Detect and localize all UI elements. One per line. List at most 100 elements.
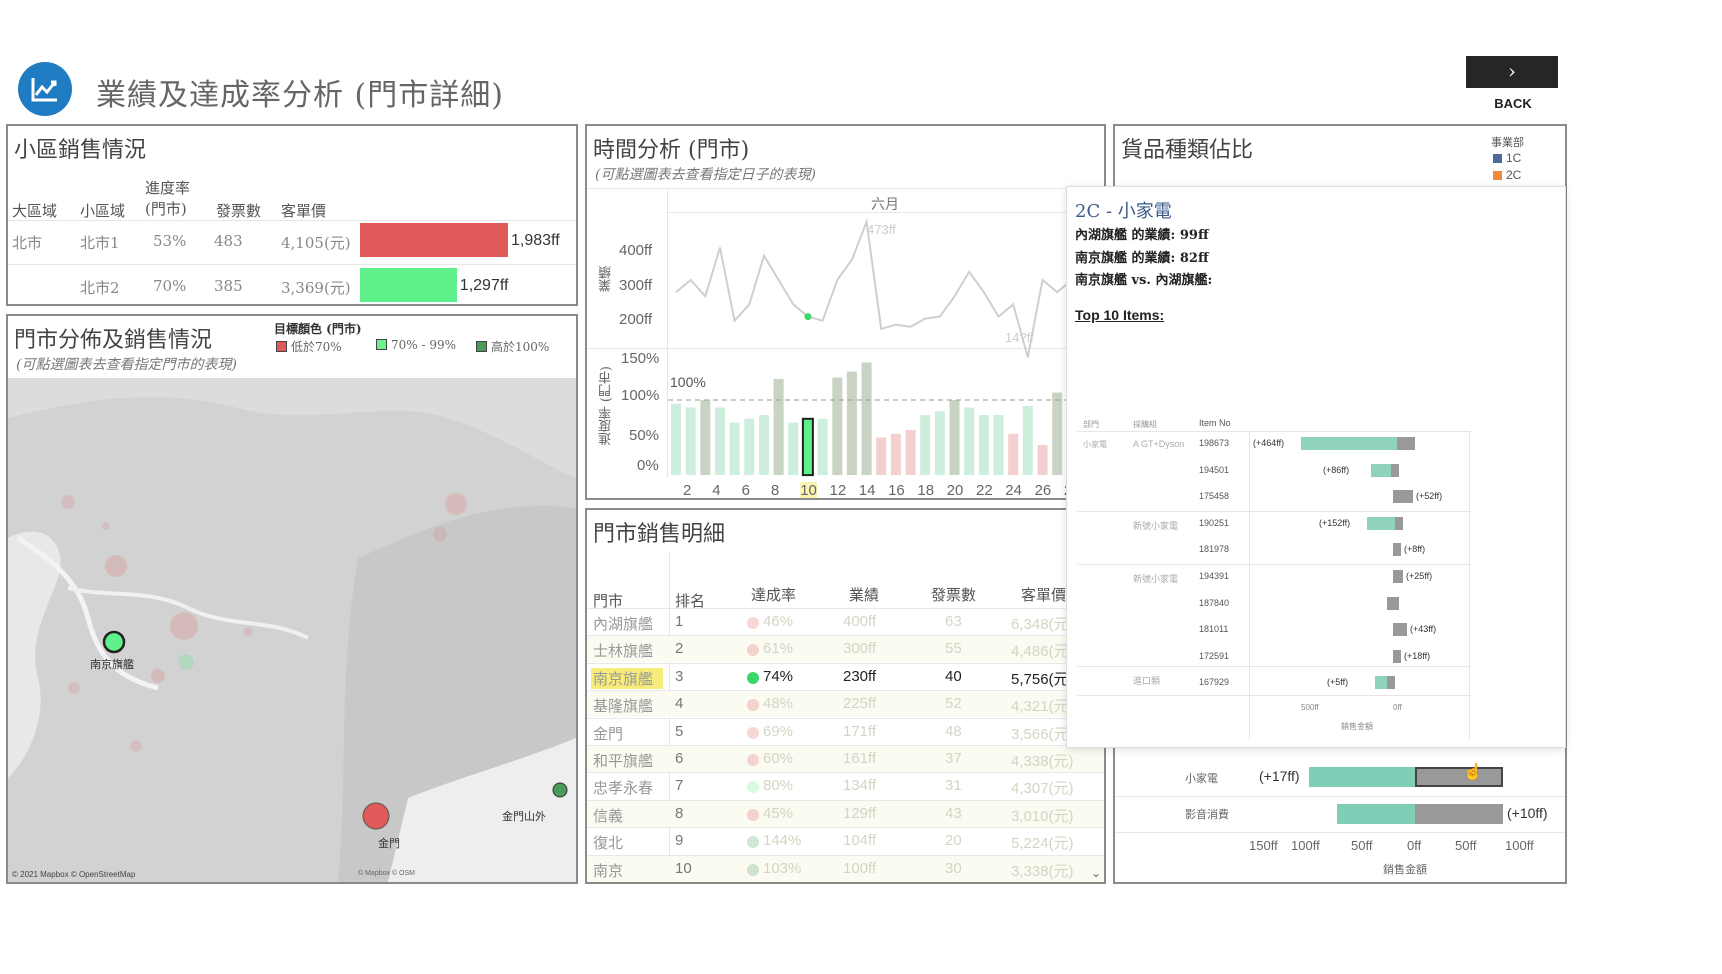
store-row[interactable]: 信義 8 45% 129ff 43 3,010(元)	[587, 799, 1104, 827]
col-invoices: 發票數	[931, 586, 977, 604]
region-bar-label: 1,983ff	[511, 232, 560, 249]
store-row[interactable]: 內湖旗艦 1 46% 400ff 63 6,348(元)	[587, 608, 1104, 635]
store-row[interactable]: 基隆旗艦 4 48% 225ff 52 4,321(元)	[587, 690, 1104, 718]
store-avg: 3,010(元)	[1011, 807, 1074, 825]
row1-progress: 53%	[153, 232, 187, 250]
store-invoices: 30	[945, 859, 962, 877]
tooltip-bar-store-b	[1393, 570, 1403, 583]
tooltip-col-group: 採購組	[1133, 420, 1157, 429]
tooltip-bar-store-a	[1367, 516, 1395, 530]
store-row[interactable]: 忠孝永春 7 80% 134ff 31 4,307(元)	[587, 772, 1104, 799]
tooltip-bar-store-a	[1375, 676, 1387, 690]
top-tick: 400ff	[619, 242, 653, 259]
map-legend-low: 低於70%	[276, 338, 342, 355]
region-bar[interactable]	[360, 223, 508, 257]
store-invoices: 48	[945, 722, 962, 740]
store-avg: 3,566(元)	[1011, 725, 1074, 743]
row1-subregion: 北市1	[80, 234, 120, 252]
col-subregion: 小區域	[80, 202, 126, 220]
cat-x-tick: 50ff	[1455, 838, 1477, 853]
cat-x-tick: 100ff	[1505, 838, 1534, 853]
tooltip-item-diff: (+86ff)	[1323, 464, 1350, 475]
store-name: 金門	[593, 724, 624, 743]
scroll-down-icon[interactable]: ⌄	[1091, 866, 1101, 880]
tooltip-x-tick: 500ff	[1301, 703, 1319, 712]
cat-x-tick: 150ff	[1249, 838, 1278, 853]
status-dot	[747, 754, 759, 766]
store-marker-kinmen-outer[interactable]	[552, 782, 568, 798]
store-rank: 3	[675, 667, 684, 685]
tooltip-item-diff: (+464ff)	[1253, 438, 1285, 448]
store-row[interactable]: 南京 10 103% 100ff 30 3,338(元)	[587, 854, 1104, 882]
store-sales: 400ff	[843, 613, 877, 630]
store-map[interactable]	[8, 378, 576, 882]
tooltip-group: 進口類	[1133, 676, 1161, 686]
store-row[interactable]: 金門 5 69% 171ff 48 3,566(元)	[587, 717, 1104, 745]
store-sales: 225ff	[843, 695, 877, 713]
progress-bar	[934, 411, 945, 476]
store-name: 信義	[593, 806, 624, 825]
back-label[interactable]: BACK	[1488, 96, 1538, 111]
status-dot	[747, 863, 759, 876]
category-bar-store-b[interactable]	[1415, 804, 1503, 824]
progress-bar	[671, 403, 681, 476]
tooltip-bar-store-b	[1397, 437, 1415, 450]
row1-avg-price: 4,105(元)	[281, 234, 351, 252]
col-region: 大區域	[12, 202, 58, 220]
bottom-tick: 150%	[621, 350, 660, 367]
tooltip-item-no: 194391	[1199, 571, 1230, 581]
tooltip-item-diff: (+43ff)	[1410, 624, 1437, 635]
store-sales: 230ff	[843, 667, 877, 685]
tooltip-item-diff: (+52ff)	[1416, 491, 1443, 502]
store-row[interactable]: 和平旗艦 6 60% 161ff 37 4,338(元)	[587, 745, 1104, 772]
tooltip-bar-store-b	[1387, 596, 1399, 610]
time-chart[interactable]	[668, 213, 1106, 479]
store-rate: 48%	[763, 695, 794, 713]
tooltip-item-diff: (+8ff)	[1404, 544, 1426, 555]
store-row[interactable]: 復北 9 144% 104ff 20 5,224(元)	[587, 827, 1104, 854]
store-name: 南京旗艦	[591, 667, 664, 689]
region-bar[interactable]	[360, 268, 457, 302]
store-rank: 1	[675, 613, 684, 630]
category-bar-store-a[interactable]	[1309, 767, 1415, 787]
bottom-ylabel: 進度率 (門市)	[599, 366, 614, 446]
category-bar-store-b[interactable]	[1415, 767, 1503, 787]
time-panel-title: 時間分析 (門市)	[593, 138, 750, 163]
progress-bar	[846, 371, 857, 475]
time-analysis-panel: 時間分析 (門市) (可點選圖表去查看指定日子的表現) 六月 業績 進度率 (門…	[585, 124, 1106, 500]
row1-invoices: 483	[214, 232, 243, 250]
back-button[interactable]: ›	[1466, 56, 1558, 88]
region-bar-label: 1,297ff	[459, 277, 509, 294]
store-marker-kinmen[interactable]	[362, 802, 390, 830]
x-tick: 24	[1005, 482, 1022, 499]
progress-bar	[1008, 433, 1019, 476]
progress-bar	[1037, 445, 1048, 475]
x-tick: 18	[917, 482, 935, 499]
store-panel-title: 門市銷售明細	[593, 522, 726, 547]
progress-bar	[920, 415, 931, 475]
store-sales: 104ff	[843, 832, 877, 850]
tooltip-popup: 2C - 小家電 內湖旗艦 的業績: 99ff 南京旗艦 的業績: 82ff 南…	[1066, 186, 1566, 748]
tooltip-item-no: 198673	[1199, 438, 1230, 448]
store-rank: 6	[675, 750, 684, 767]
store-invoices: 20	[945, 832, 962, 850]
tooltip-item-diff: (+5ff)	[1327, 677, 1349, 688]
store-name: 忠孝永春	[593, 779, 654, 798]
row2-avg-price: 3,369(元)	[281, 279, 351, 297]
region-sales-panel: 小區銷售情況 大區域 小區域 進度率 (門市) 發票數 客單價 北市 北市1 5…	[6, 124, 578, 306]
store-invoices: 43	[945, 804, 962, 822]
status-dot	[747, 699, 759, 712]
store-row[interactable]: 南京旗艦 3 74% 230ff 40 5,756(元)	[587, 662, 1104, 690]
store-avg: 6,348(元)	[1011, 616, 1074, 633]
top-ylabel: 業績	[599, 266, 614, 292]
category-bar-store-a[interactable]	[1337, 804, 1415, 824]
tooltip-x-label: 銷售金額	[1341, 722, 1373, 731]
map-panel-title: 門市分佈及銷售情況	[14, 328, 213, 353]
store-sales: 171ff	[843, 722, 877, 740]
store-marker-nanjing[interactable]	[102, 630, 126, 654]
tooltip-bar-store-b	[1393, 623, 1407, 637]
store-row[interactable]: 士林旗艦 2 61% 300ff 55 4,486(元)	[587, 635, 1104, 663]
store-avg: 5,756(元)	[1011, 670, 1074, 688]
store-rank: 4	[675, 695, 684, 713]
status-dot	[747, 726, 759, 739]
